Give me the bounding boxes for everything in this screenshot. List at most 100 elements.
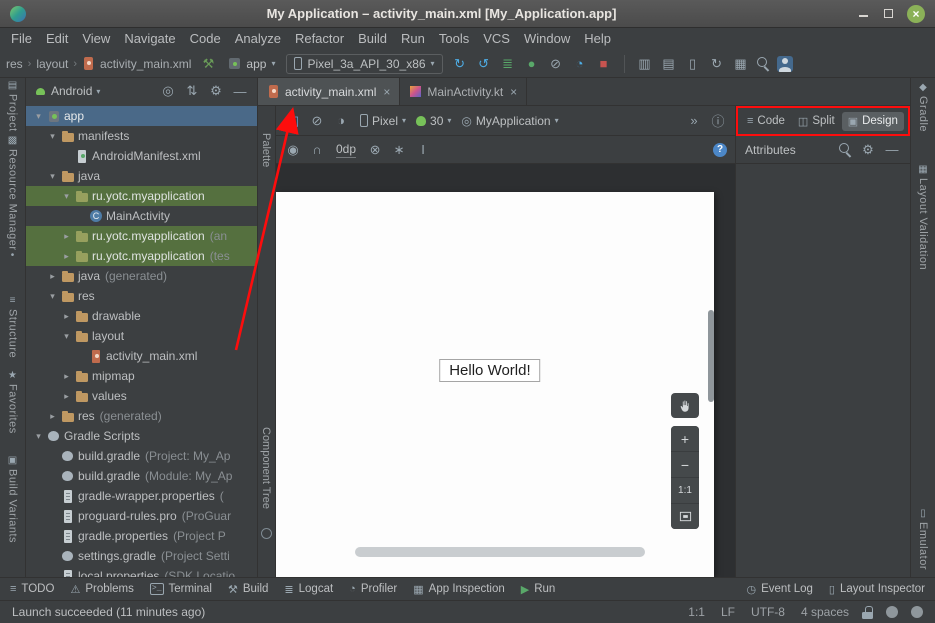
tree-row[interactable]: ▸java(generated) [26,266,257,286]
tree-row[interactable]: ▾manifests [26,126,257,146]
menu-item-window[interactable]: Window [517,28,577,50]
night-mode-icon[interactable]: ◑ [332,113,350,128]
tree-chevron-icon[interactable]: ▸ [60,371,73,382]
menu-item-build[interactable]: Build [351,28,394,50]
profile-icon[interactable]: ⊘ [547,56,565,72]
breadcrumb-item[interactable]: activity_main.xml [100,57,191,71]
tree-row[interactable]: local.properties(SDK Locatio [26,566,257,577]
design-variant-icon[interactable]: ◧ [284,113,302,129]
zoom-out-button[interactable]: − [671,452,699,477]
hide-icon[interactable]: — [883,142,901,157]
toolwindow-todo[interactable]: ≡TODO [10,583,54,595]
capture-icon[interactable]: ▤ [660,56,678,72]
search-icon[interactable] [838,142,853,157]
infer-constraints-icon[interactable]: ∗ [390,142,408,158]
project-view-selector[interactable]: Android [51,84,92,98]
zoom-level-button[interactable]: 1:1 [671,478,699,503]
sync-project-icon[interactable]: ↻ [708,56,726,72]
sdk-manager-icon[interactable]: ▦ [732,56,750,72]
minimize-button[interactable] [857,7,870,20]
tree-row[interactable]: ▾Gradle Scripts [26,426,257,446]
tree-row[interactable]: build.gradle(Project: My_Ap [26,446,257,466]
toolwindow-terminal[interactable]: >_Terminal [150,583,212,595]
tree-row[interactable]: ▾ru.yotc.myapplication [26,186,257,206]
toolwindow-event-log[interactable]: ◷Event Log [747,583,813,596]
tree-row[interactable]: ▸values [26,386,257,406]
menu-item-edit[interactable]: Edit [39,28,75,50]
device-selector[interactable]: Pixel_3a_API_30_x86 ▾ [286,54,442,74]
close-button[interactable]: × [907,5,925,23]
menu-item-code[interactable]: Code [183,28,228,50]
overflow-chevrons-icon[interactable]: » [685,113,703,128]
tool-strip-item-favorites[interactable]: ★Favorites [0,370,25,434]
build-hammer-icon[interactable]: ⚒ [199,56,217,72]
tree-row[interactable]: build.gradle(Module: My_Ap [26,466,257,486]
apply-code-changes-icon[interactable]: ↺ [475,56,493,72]
toolwindow-run[interactable]: ▶Run [521,583,556,596]
zoom-in-button[interactable]: + [671,426,699,451]
stop-icon[interactable]: ■ [595,56,613,71]
pin-icon[interactable]: • [0,250,25,261]
tree-chevron-icon[interactable]: ▾ [60,331,73,342]
tree-chevron-icon[interactable]: ▾ [60,191,73,202]
textview-hello-world[interactable]: Hello World! [439,359,540,382]
device-type-selector[interactable]: Pixel ▾ [360,114,406,128]
debug-icon[interactable]: ● [523,56,541,71]
api-selector[interactable]: 30 ▾ [416,114,451,128]
editor-tab-mainactivity-kt[interactable]: MainActivity.kt× [400,78,527,105]
tool-strip-item-gradle[interactable]: ◆Gradle [911,82,935,132]
editor-tab-activity_main-xml[interactable]: activity_main.xml× [258,78,400,105]
tab-close-icon[interactable]: × [510,85,517,99]
pan-tool-button[interactable] [671,393,699,418]
tree-chevron-icon[interactable]: ▾ [32,431,45,442]
menu-item-vcs[interactable]: VCS [476,28,517,50]
tree-row[interactable]: ▾layout [26,326,257,346]
feedback-icon[interactable] [911,606,923,618]
menu-item-view[interactable]: View [75,28,117,50]
tab-close-icon[interactable]: × [383,85,390,99]
issue-panel-icon[interactable] [261,528,272,539]
mode-split-button[interactable]: ◫Split [792,112,841,131]
apply-changes-icon[interactable]: ↻ [451,56,469,72]
user-avatar[interactable] [777,56,793,72]
toolwindow-problems[interactable]: ⚠Problems [70,583,133,596]
tool-strip-item-project[interactable]: ▤Project [0,80,25,132]
tree-row[interactable]: ▾java [26,166,257,186]
design-surface[interactable]: Hello World! + − [276,164,735,577]
theme-selector[interactable]: ◎ MyApplication ▾ [461,114,558,128]
tree-chevron-icon[interactable]: ▸ [60,311,73,322]
toolwindow-logcat[interactable]: ≣Logcat [284,583,333,596]
mode-design-button[interactable]: ▣Design [842,112,904,131]
menu-item-navigate[interactable]: Navigate [117,28,182,50]
view-options-icon[interactable]: ◉ [284,142,302,158]
tree-chevron-icon[interactable]: ▾ [46,291,59,302]
run-config-selector[interactable]: app ▾ [225,55,278,73]
status-utf-8[interactable]: UTF-8 [751,605,785,619]
coverage-icon[interactable]: ◔ [571,56,589,71]
tree-chevron-icon[interactable]: ▾ [46,171,59,182]
status-lf[interactable]: LF [721,605,735,619]
notifications-icon[interactable] [886,606,898,618]
toolwindow-build[interactable]: ⚒Build [228,583,268,596]
toolwindow-profiler[interactable]: ◔Profiler [349,583,397,595]
tree-row[interactable]: MainActivity [26,206,257,226]
tree-row[interactable]: ▸drawable [26,306,257,326]
tool-strip-item-build-variants[interactable]: ▣Build Variants [0,455,25,543]
pack-icon[interactable]: I [414,142,432,157]
tree-chevron-icon[interactable]: ▸ [60,391,73,402]
tool-strip-item-emulator[interactable]: ▯Emulator [911,508,935,570]
tree-row[interactable]: gradle-wrapper.properties( [26,486,257,506]
orientation-icon[interactable]: ⊘ [308,113,326,129]
tree-row[interactable]: ▸ru.yotc.myapplication(tes [26,246,257,266]
tool-strip-item-layout-validation[interactable]: ▦Layout Validation [911,164,935,270]
toolwindow-layout-inspector[interactable]: ▯Layout Inspector [829,583,925,596]
tool-strip-item-structure[interactable]: ≡Structure [0,295,25,358]
device-manager-icon[interactable]: ▯ [684,56,702,72]
breadcrumb-item[interactable]: res [6,57,23,71]
menu-item-help[interactable]: Help [577,28,618,50]
locate-file-icon[interactable]: ◎ [159,83,177,99]
component-tree-tab[interactable]: Component Tree [260,427,272,509]
tree-row[interactable]: settings.gradle(Project Setti [26,546,257,566]
help-icon[interactable]: ? [713,143,727,157]
menu-item-tools[interactable]: Tools [432,28,476,50]
